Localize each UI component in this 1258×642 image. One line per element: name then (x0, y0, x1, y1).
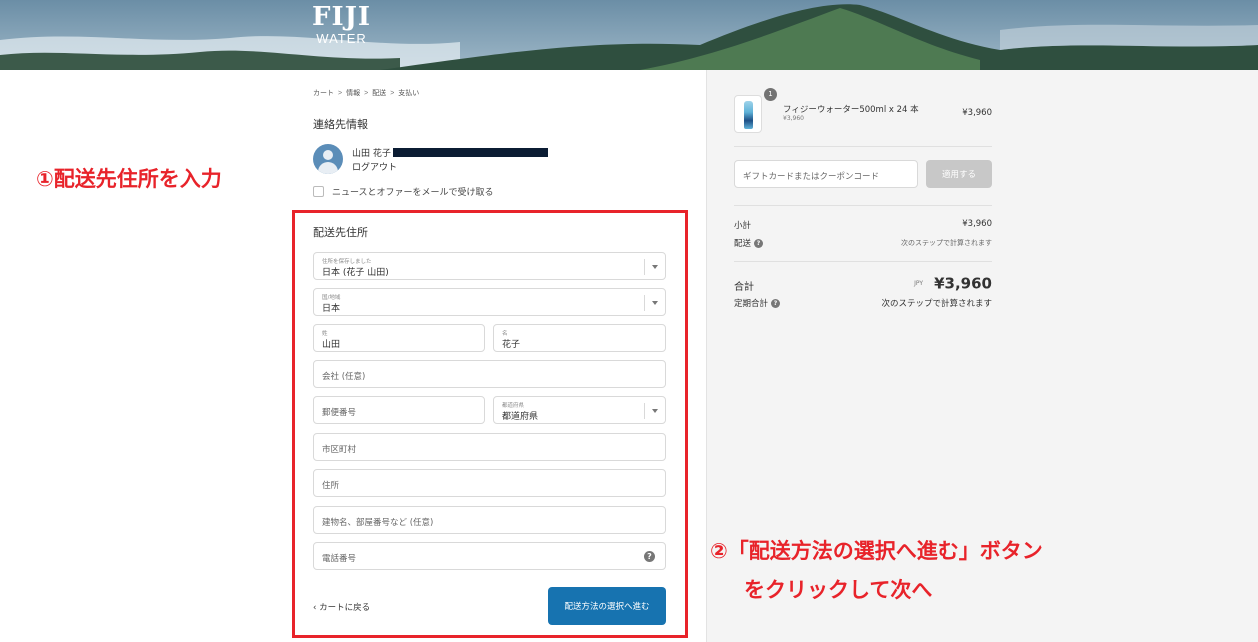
annotation-step1: ①配送先住所を入力 (36, 167, 222, 191)
user-icon (323, 150, 333, 160)
phone-field[interactable]: 電話番号 ? (313, 542, 666, 570)
redacted-email (392, 148, 548, 157)
divider (734, 146, 992, 147)
product-unit-price: ¥3,960 (783, 115, 804, 122)
last-name-value: 山田 (322, 340, 341, 350)
logo-main-text: FIJI (312, 2, 372, 32)
breadcrumb-cart[interactable]: カート (313, 88, 334, 98)
product-thumbnail (734, 95, 762, 133)
chevron-right-icon: > (338, 89, 343, 97)
help-icon[interactable]: ? (771, 298, 781, 308)
annotation-step2-line1: ②「配送方法の選択へ進む」ボタン (710, 539, 1043, 563)
building-placeholder: 建物名、部屋番号など (任意) (322, 518, 434, 528)
avatar (313, 144, 343, 174)
last-name-field[interactable]: 姓 山田 (313, 324, 485, 352)
city-field[interactable]: 市区町村 (313, 433, 666, 461)
continue-to-shipping-button[interactable]: 配送方法の選択へ進む (548, 587, 666, 625)
prefecture-value: 都道府県 (502, 412, 539, 422)
header-banner: FIJI WATER (0, 0, 1258, 70)
address-placeholder: 住所 (322, 481, 340, 491)
postal-code-placeholder: 郵便番号 (322, 408, 357, 418)
total-label: 合計 (734, 282, 754, 293)
saved-address-select[interactable]: 住所を保存しました 日本 (花子 山田) (313, 252, 666, 280)
logo-sub-text: WATER (316, 31, 367, 46)
phone-placeholder: 電話番号 (322, 554, 357, 564)
breadcrumb-shipping: 配送 (372, 90, 387, 97)
subtotal-label: 小計 (734, 221, 752, 231)
shipping-label: 配送 ? (734, 237, 764, 249)
total-value: JPY ¥3,960 (840, 273, 992, 293)
newsletter-checkbox[interactable] (313, 186, 324, 197)
breadcrumb: カート > 情報 > 配送 > 支払い (313, 88, 419, 98)
fiji-water-logo[interactable]: FIJI WATER (312, 0, 371, 46)
newsletter-option[interactable]: ニュースとオファーをメールで受け取る (313, 185, 494, 198)
postal-code-field[interactable]: 郵便番号 (313, 396, 485, 424)
country-value: 日本 (322, 304, 341, 314)
water-bottle-icon (744, 101, 753, 129)
subtotal-value: ¥3,960 (962, 219, 992, 229)
breadcrumb-payment: 支払い (398, 90, 420, 97)
help-icon[interactable]: ? (754, 238, 764, 248)
contact-section-title: 連絡先情報 (313, 118, 368, 131)
coupon-input[interactable]: ギフトカードまたはクーポンコード (734, 160, 918, 188)
country-label: 国/地域 (322, 295, 341, 301)
user-name: 山田 花子 (352, 146, 548, 159)
divider (734, 205, 992, 206)
user-name-text: 山田 花子 (352, 149, 391, 159)
chevron-down-icon (652, 265, 658, 269)
company-field[interactable]: 会社 (任意) (313, 360, 666, 388)
chevron-down-icon (652, 409, 658, 413)
annotation-step2-line2: をクリックして次へ (744, 578, 933, 602)
prefecture-select[interactable]: 都道府県 都道府県 (493, 396, 666, 424)
quantity-badge: 1 (764, 88, 777, 101)
shipping-address-title: 配送先住所 (313, 226, 368, 239)
newsletter-label: ニュースとオファーをメールで受け取る (332, 188, 494, 198)
divider (734, 261, 992, 262)
breadcrumb-information: 情報 (346, 90, 361, 97)
saved-address-label: 住所を保存しました (322, 259, 372, 265)
mountain-landscape-image (0, 0, 1258, 70)
recurring-total-label: 定期合計 ? (734, 297, 781, 309)
first-name-label: 名 (502, 331, 508, 337)
country-select[interactable]: 国/地域 日本 (313, 288, 666, 316)
last-name-label: 姓 (322, 331, 328, 337)
back-to-cart-link[interactable]: ‹ カートに戻る (313, 601, 370, 613)
chevron-right-icon: > (364, 89, 369, 97)
total-currency: JPY (914, 280, 924, 287)
first-name-field[interactable]: 名 花子 (493, 324, 666, 352)
coupon-placeholder: ギフトカードまたはクーポンコード (743, 172, 880, 182)
shipping-value: 次のステップで計算されます (901, 239, 992, 247)
prefecture-label: 都道府県 (502, 403, 525, 409)
address-field[interactable]: 住所 (313, 469, 666, 497)
chevron-down-icon (652, 301, 658, 305)
recurring-total-value: 次のステップで計算されます (881, 299, 992, 309)
product-name: フィジーウォーター500ml x 24 本 (783, 105, 919, 115)
chevron-right-icon: > (390, 89, 395, 97)
company-placeholder: 会社 (任意) (322, 372, 366, 382)
help-icon[interactable]: ? (644, 551, 655, 562)
total-amount: ¥3,960 (934, 274, 992, 293)
product-price: ¥3,960 (962, 108, 992, 118)
saved-address-value: 日本 (花子 山田) (322, 268, 389, 278)
building-field[interactable]: 建物名、部屋番号など (任意) (313, 506, 666, 534)
apply-coupon-button[interactable]: 適用する (926, 160, 992, 188)
first-name-value: 花子 (502, 340, 521, 350)
logout-link[interactable]: ログアウト (352, 160, 397, 173)
city-placeholder: 市区町村 (322, 445, 357, 455)
